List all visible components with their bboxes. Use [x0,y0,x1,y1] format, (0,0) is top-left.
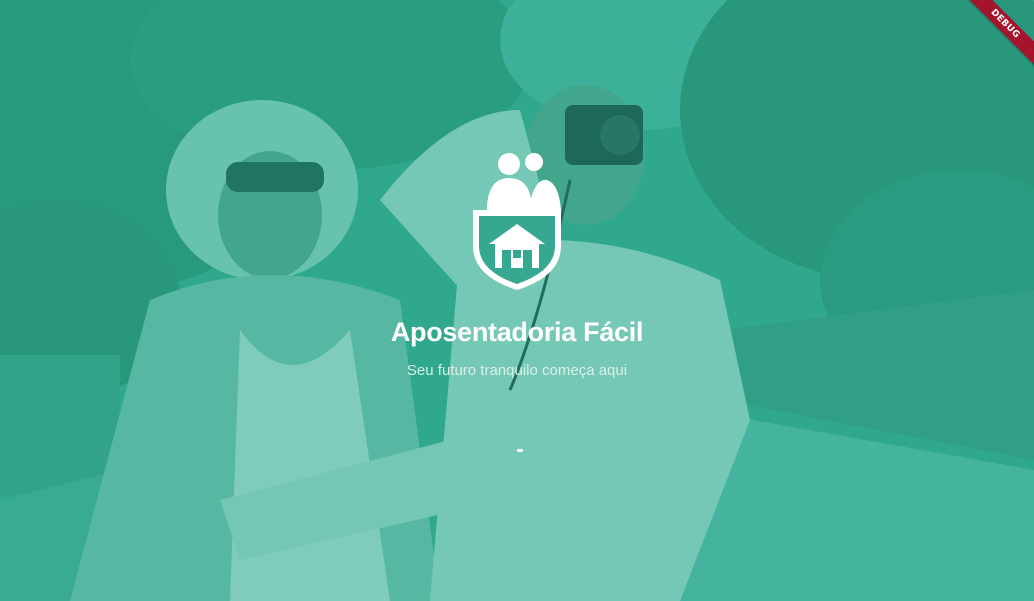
splash-content: Aposentadoria Fácil Seu futuro tranquilo… [0,0,1034,601]
progress-indicator [517,449,523,452]
app-subtitle: Seu futuro tranquilo começa aqui [406,362,628,379]
splash-screen: Aposentadoria Fácil Seu futuro tranquilo… [0,0,1034,601]
elderly-couple-house-shield-icon [473,153,561,290]
app-title: Aposentadoria Fácil [390,317,644,347]
